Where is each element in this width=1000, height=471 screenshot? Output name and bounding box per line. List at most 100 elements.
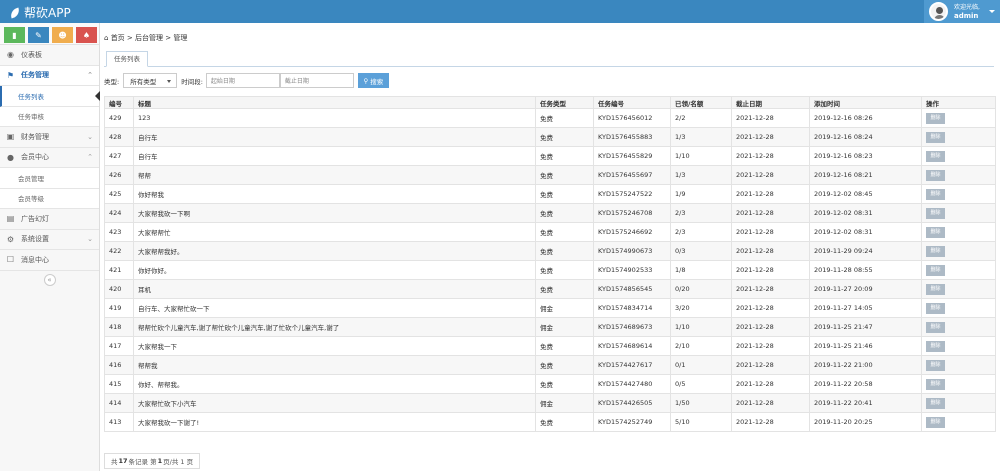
column-header[interactable]: 截止日期 bbox=[731, 96, 810, 109]
search-icon: ⚲ bbox=[363, 76, 369, 85]
sidebar-item-label: 会员中心 bbox=[21, 153, 49, 162]
dashboard-icon: ◉ bbox=[7, 50, 14, 60]
sidebar-item-tasks[interactable]: ⚑ 任务管理 ⌃ bbox=[0, 65, 99, 86]
sidebar-subitem-member-level[interactable]: 会员等级 bbox=[0, 188, 99, 209]
table-cell: KYD1574427480 bbox=[593, 374, 671, 394]
sidebar-item-finance[interactable]: ▣ 财务管理 ⌄ bbox=[0, 127, 99, 148]
start-date-input[interactable]: 起始日期 bbox=[205, 73, 280, 88]
sidebar-item-label: 会员管理 bbox=[18, 174, 44, 183]
breadcrumb-level1[interactable]: 后台管理 bbox=[135, 34, 163, 42]
delete-button[interactable]: 删除 bbox=[926, 340, 945, 352]
table-cell: 2019-11-29 09:24 bbox=[809, 241, 922, 261]
table-cell: 426 bbox=[104, 165, 134, 185]
table-cell: KYD1574990673 bbox=[593, 241, 671, 261]
action-cell: 删除 bbox=[921, 127, 996, 147]
table-cell: 大家帮我砍一下啊 bbox=[133, 203, 536, 223]
action-cell: 删除 bbox=[921, 336, 996, 356]
breadcrumb-separator: > bbox=[126, 34, 133, 42]
gear-icon: ⚙ bbox=[6, 234, 15, 244]
delete-button[interactable]: 删除 bbox=[926, 131, 945, 143]
table-cell: 佣金 bbox=[535, 298, 594, 318]
delete-button[interactable]: 删除 bbox=[926, 283, 945, 295]
chevron-up-icon: ⌃ bbox=[87, 71, 93, 80]
bell-icon[interactable]: ♠ bbox=[76, 27, 97, 43]
table-cell: 自行车 bbox=[133, 127, 536, 147]
column-header[interactable]: 任务编号 bbox=[593, 96, 671, 109]
column-header[interactable]: 编号 bbox=[104, 96, 134, 109]
action-cell: 删除 bbox=[921, 241, 996, 261]
table-cell: 2021-12-28 bbox=[731, 260, 810, 280]
delete-button[interactable]: 删除 bbox=[926, 397, 945, 409]
sidebar-subitem-task-list[interactable]: 任务列表 bbox=[0, 86, 100, 107]
table-row: 424 大家帮我砍一下啊 免费 KYD1575246708 2/3 2021-12-28 2… bbox=[104, 203, 996, 223]
table-cell: 免费 bbox=[535, 165, 594, 185]
main-content: ⌂ 首页 > 后台管理 > 管理 任务列表 类型: 所有类型 时间段: 起始日期… bbox=[101, 23, 1000, 471]
delete-button[interactable]: 删除 bbox=[926, 112, 945, 124]
table-cell: KYD1575246692 bbox=[593, 222, 671, 242]
delete-button[interactable]: 删除 bbox=[926, 302, 945, 314]
user-menu[interactable]: 欢迎光临, admin bbox=[924, 0, 1000, 23]
action-cell: 删除 bbox=[921, 317, 996, 337]
leaf-icon bbox=[8, 7, 22, 18]
delete-button[interactable]: 删除 bbox=[926, 378, 945, 390]
app-title: 帮砍APP bbox=[24, 6, 71, 20]
table-cell: 2021-12-28 bbox=[731, 412, 810, 432]
search-button[interactable]: ⚲ 搜索 bbox=[357, 73, 389, 88]
chevron-down-icon: ⌄ bbox=[87, 235, 93, 244]
column-header[interactable]: 添加时间 bbox=[809, 96, 922, 109]
column-header[interactable]: 任务类型 bbox=[535, 96, 594, 109]
pencil-icon[interactable]: ✎ bbox=[28, 27, 49, 43]
time-label: 时间段: bbox=[181, 77, 203, 86]
column-header[interactable]: 已领/名额 bbox=[670, 96, 732, 109]
user-greeting: 欢迎光临, bbox=[954, 3, 980, 11]
delete-button[interactable]: 删除 bbox=[926, 150, 945, 162]
table-cell: 415 bbox=[104, 374, 134, 394]
action-cell: 删除 bbox=[921, 412, 996, 432]
breadcrumb-home[interactable]: 首页 bbox=[111, 34, 125, 42]
action-cell: 删除 bbox=[921, 279, 996, 299]
sidebar-item-messages[interactable]: ☐ 消息中心 bbox=[0, 250, 99, 271]
users-icon[interactable]: ☻ bbox=[52, 27, 73, 43]
table-cell: 428 bbox=[104, 127, 134, 147]
delete-button[interactable]: 删除 bbox=[926, 416, 945, 428]
sidebar-item-settings[interactable]: ⚙ 系统设置 ⌄ bbox=[0, 230, 99, 250]
sidebar-item-ads[interactable]: ▤ 广告幻灯 bbox=[0, 209, 99, 230]
table-cell: KYD1576456012 bbox=[593, 108, 671, 128]
app-brand[interactable]: 帮砍APP bbox=[8, 4, 71, 21]
sidebar-item-members[interactable]: ● 会员中心 ⌃ bbox=[0, 148, 99, 168]
table-cell: 2021-12-28 bbox=[731, 374, 810, 394]
type-select[interactable]: 所有类型 bbox=[123, 73, 178, 88]
delete-button[interactable]: 删除 bbox=[926, 359, 945, 371]
sidebar-item-label: 会员等级 bbox=[18, 195, 44, 204]
breadcrumb-separator: > bbox=[165, 34, 172, 42]
table-cell: 123 bbox=[133, 108, 536, 128]
sidebar-item-label: 广告幻灯 bbox=[21, 214, 49, 223]
sidebar-item-dashboard[interactable]: ◉ 仪表板 bbox=[0, 45, 99, 66]
delete-button[interactable]: 删除 bbox=[926, 321, 945, 333]
image-icon: ▤ bbox=[6, 214, 15, 224]
sidebar-item-label: 任务审核 bbox=[18, 113, 44, 122]
column-header: 操作 bbox=[921, 96, 996, 109]
table-cell: 2/2 bbox=[670, 108, 732, 128]
sidebar-subitem-member-manage[interactable]: 会员管理 bbox=[0, 168, 99, 189]
chart-icon[interactable]: ▮ bbox=[4, 27, 25, 43]
delete-button[interactable]: 删除 bbox=[926, 207, 945, 219]
end-date-placeholder: 截止日期 bbox=[284, 78, 309, 85]
table-cell: 2019-12-16 08:24 bbox=[809, 127, 922, 147]
collapse-left-icon[interactable]: « bbox=[43, 273, 56, 286]
end-date-input[interactable]: 截止日期 bbox=[279, 73, 354, 88]
table-row: 414 大家帮忙砍下小汽车 佣金 KYD1574426505 1/50 2021-12-2… bbox=[104, 393, 996, 413]
delete-button[interactable]: 删除 bbox=[926, 226, 945, 238]
chevron-up-icon: ⌃ bbox=[87, 153, 93, 162]
table-cell: 0/1 bbox=[670, 355, 732, 375]
pager-total: 17 bbox=[118, 457, 128, 465]
delete-button[interactable]: 删除 bbox=[926, 169, 945, 181]
delete-button[interactable]: 删除 bbox=[926, 245, 945, 257]
column-header[interactable]: 标题 bbox=[133, 96, 536, 109]
tab-task-list[interactable]: 任务列表 bbox=[106, 51, 148, 67]
delete-button[interactable]: 删除 bbox=[926, 188, 945, 200]
table-cell: 自行车、大家帮忙砍一下 bbox=[133, 298, 536, 318]
table-cell: 0/3 bbox=[670, 241, 732, 261]
sidebar-subitem-task-review[interactable]: 任务审核 bbox=[0, 106, 99, 127]
delete-button[interactable]: 删除 bbox=[926, 264, 945, 276]
